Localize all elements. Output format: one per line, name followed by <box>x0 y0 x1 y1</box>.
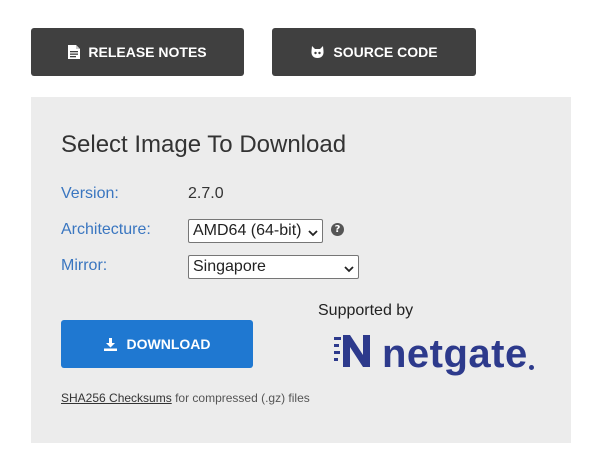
netgate-logo[interactable]: netgate <box>334 331 534 376</box>
version-value: 2.7.0 <box>188 185 224 202</box>
netgate-wordmark: netgate <box>382 331 528 376</box>
mirror-selected-value: Singapore <box>193 258 266 275</box>
chevron-down-icon <box>344 261 354 279</box>
checksums-line: SHA256 Checksums for compressed (.gz) fi… <box>61 391 310 405</box>
question-circle-icon[interactable]: ? <box>331 223 344 236</box>
mirror-label: Mirror: <box>61 257 108 274</box>
source-code-label: SOURCE CODE <box>333 44 438 60</box>
chevron-down-icon <box>308 225 318 243</box>
download-button[interactable]: DOWNLOAD <box>61 320 253 368</box>
registered-dot <box>528 365 534 370</box>
version-label: Version: <box>61 185 119 202</box>
release-notes-button[interactable]: RELEASE NOTES <box>31 28 244 76</box>
panel-title: Select Image To Download <box>61 131 347 158</box>
document-icon <box>68 45 81 59</box>
download-label: DOWNLOAD <box>126 336 211 352</box>
release-notes-label: RELEASE NOTES <box>88 44 207 60</box>
github-icon <box>310 45 325 59</box>
source-code-button[interactable]: SOURCE CODE <box>272 28 476 76</box>
supported-by-text: Supported by <box>318 302 414 319</box>
checksums-link[interactable]: SHA256 Checksums <box>61 391 172 405</box>
checksums-suffix: for compressed (.gz) files <box>175 391 310 405</box>
download-panel: Select Image To Download Version: 2.7.0 … <box>31 97 571 443</box>
download-icon <box>103 337 117 351</box>
mirror-select[interactable]: Singapore <box>188 255 359 279</box>
architecture-label: Architecture: <box>61 221 151 238</box>
architecture-select[interactable]: AMD64 (64-bit) <box>188 219 323 243</box>
architecture-selected-value: AMD64 (64-bit) <box>193 222 302 239</box>
netgate-logo-icon <box>334 331 374 376</box>
